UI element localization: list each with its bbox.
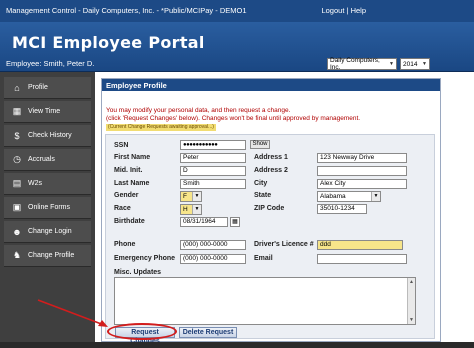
help-link[interactable]: Help	[351, 6, 366, 15]
zip-label: ZIP Code	[254, 205, 285, 212]
emergency-phone-label: Emergency Phone	[114, 255, 176, 262]
gender-select[interactable]: F ▼	[180, 191, 202, 202]
email-field[interactable]	[317, 254, 407, 264]
instructions-message: You may modify your personal data, and t…	[106, 107, 360, 123]
chevron-down-icon: ▼	[422, 61, 427, 67]
sidebar-item-change-login[interactable]: ☻ Change Login	[4, 221, 91, 243]
race-label: Race	[114, 205, 131, 212]
year-select-value: 2014	[403, 60, 418, 68]
birthdate-field[interactable]: 08/31/1964	[180, 217, 228, 227]
textarea-scrollbar[interactable]: ▲ ▼	[407, 278, 415, 324]
last-name-label: Last Name	[114, 180, 150, 187]
gender-value: F	[181, 192, 192, 201]
chevron-down-icon: ▼	[371, 192, 380, 201]
race-select[interactable]: H ▼	[180, 204, 202, 215]
birthdate-label: Birthdate	[114, 218, 145, 225]
city-field[interactable]: Alex City	[317, 179, 407, 189]
portal-banner: MCI Employee Portal Employee: Smith, Pet…	[0, 22, 474, 72]
calendar-icon: ▦	[12, 106, 22, 116]
sidebar-item-label: W2s	[28, 180, 42, 187]
state-value: Alabama	[320, 193, 346, 200]
state-label: State	[254, 192, 272, 199]
state-select[interactable]: Alabama ▼	[317, 191, 381, 202]
phone-field[interactable]: (000) 000-0000	[180, 240, 246, 250]
city-label: City	[254, 180, 268, 187]
sidebar-item-online-forms[interactable]: ▣ Online Forms	[4, 197, 91, 219]
chevron-down-icon: ▼	[192, 192, 201, 201]
zip-field[interactable]: 35010-1234	[317, 204, 367, 214]
pending-requests-label: (Current Change Requests awaiting approv…	[106, 124, 216, 131]
first-name-field[interactable]: Peter	[180, 153, 246, 163]
home-icon: ⌂	[14, 82, 20, 93]
calendar-icon[interactable]: ▦	[230, 217, 240, 227]
scroll-down-icon[interactable]: ▼	[408, 317, 415, 323]
sidebar-item-check-history[interactable]: $ Check History	[4, 125, 91, 147]
employee-name: Employee: Smith, Peter D.	[6, 59, 95, 68]
money-bag-icon: $	[14, 130, 20, 141]
window-title: Management Control - Daily Computers, In…	[6, 6, 247, 15]
profile-icon: ♞	[12, 250, 22, 260]
sidebar-item-change-profile[interactable]: ♞ Change Profile	[4, 245, 91, 267]
link-separator: |	[346, 6, 349, 15]
sidebar-item-label: Profile	[28, 84, 48, 91]
ssn-label: SSN	[114, 142, 129, 149]
mid-init-field[interactable]: D	[180, 166, 246, 176]
clock-icon: ◷	[13, 154, 21, 164]
emergency-phone-field[interactable]: (000) 000-0000	[180, 254, 246, 264]
panel-heading: Employee Profile	[102, 79, 440, 91]
gender-label: Gender	[114, 192, 139, 199]
sidebar-item-w2s[interactable]: ▤ W2s	[4, 173, 91, 195]
sidebar-item-label: Accruals	[28, 156, 55, 163]
phone-label: Phone	[114, 241, 136, 248]
misc-updates-label: Misc. Updates	[114, 269, 162, 276]
year-select[interactable]: 2014 ▼	[400, 58, 430, 70]
title-bar: Management Control - Daily Computers, In…	[0, 0, 474, 22]
race-value: H	[181, 205, 192, 214]
address2-label: Address 2	[254, 167, 288, 174]
address2-field[interactable]	[317, 166, 407, 176]
instructions-line-2: (click 'Request Changes' below). Changes…	[106, 115, 361, 122]
sidebar-item-label: Check History	[28, 132, 72, 139]
instructions-line-1: You may modify your personal data, and t…	[106, 107, 291, 114]
sidebar-item-label: Change Login	[28, 228, 72, 235]
person-icon: ☻	[12, 226, 22, 237]
first-name-label: First Name	[114, 154, 151, 161]
drivers-license-field[interactable]: ddd	[317, 240, 403, 250]
show-ssn-button[interactable]: Show	[250, 140, 270, 149]
chevron-down-icon: ▼	[192, 205, 201, 214]
ssn-field[interactable]: ●●●●●●●●●●●	[180, 140, 246, 150]
portal-title: MCI Employee Portal	[12, 33, 205, 52]
annotation-arrow	[37, 299, 108, 327]
company-select[interactable]: Daily Computers, Inc. ▼	[327, 57, 397, 71]
forms-icon: ▣	[12, 202, 22, 212]
address1-label: Address 1	[254, 154, 288, 161]
scroll-up-icon[interactable]: ▲	[408, 279, 415, 285]
sidebar-item-accruals[interactable]: ◷ Accruals	[4, 149, 91, 171]
mid-init-label: Mid. Init.	[114, 167, 143, 174]
profile-panel: Employee Profile You may modify your per…	[101, 78, 441, 345]
last-name-field[interactable]: Smith	[180, 179, 246, 189]
misc-updates-textarea[interactable]: ▲ ▼	[114, 277, 416, 325]
sidebar-item-label: View Time	[28, 108, 61, 115]
address1-field[interactable]: 123 Newway Drive	[317, 153, 407, 163]
delete-request-button[interactable]: Delete Request	[179, 327, 237, 338]
email-label: Email	[254, 255, 273, 262]
chevron-down-icon: ▼	[389, 61, 394, 67]
sidebar-item-profile[interactable]: ⌂ Profile	[4, 77, 91, 99]
drivers-license-label: Driver's Licence #	[254, 241, 314, 248]
top-links: Logout | Help	[321, 6, 366, 15]
company-select-value: Daily Computers, Inc.	[330, 57, 380, 71]
annotation-circle	[107, 323, 177, 340]
sidebar-item-label: Online Forms	[28, 204, 71, 211]
sidebar-item-view-time[interactable]: ▦ View Time	[4, 101, 91, 123]
document-icon: ▤	[12, 178, 22, 188]
logout-link[interactable]: Logout	[321, 6, 344, 15]
sidebar-item-label: Change Profile	[28, 252, 75, 259]
bottom-bar	[0, 342, 474, 348]
